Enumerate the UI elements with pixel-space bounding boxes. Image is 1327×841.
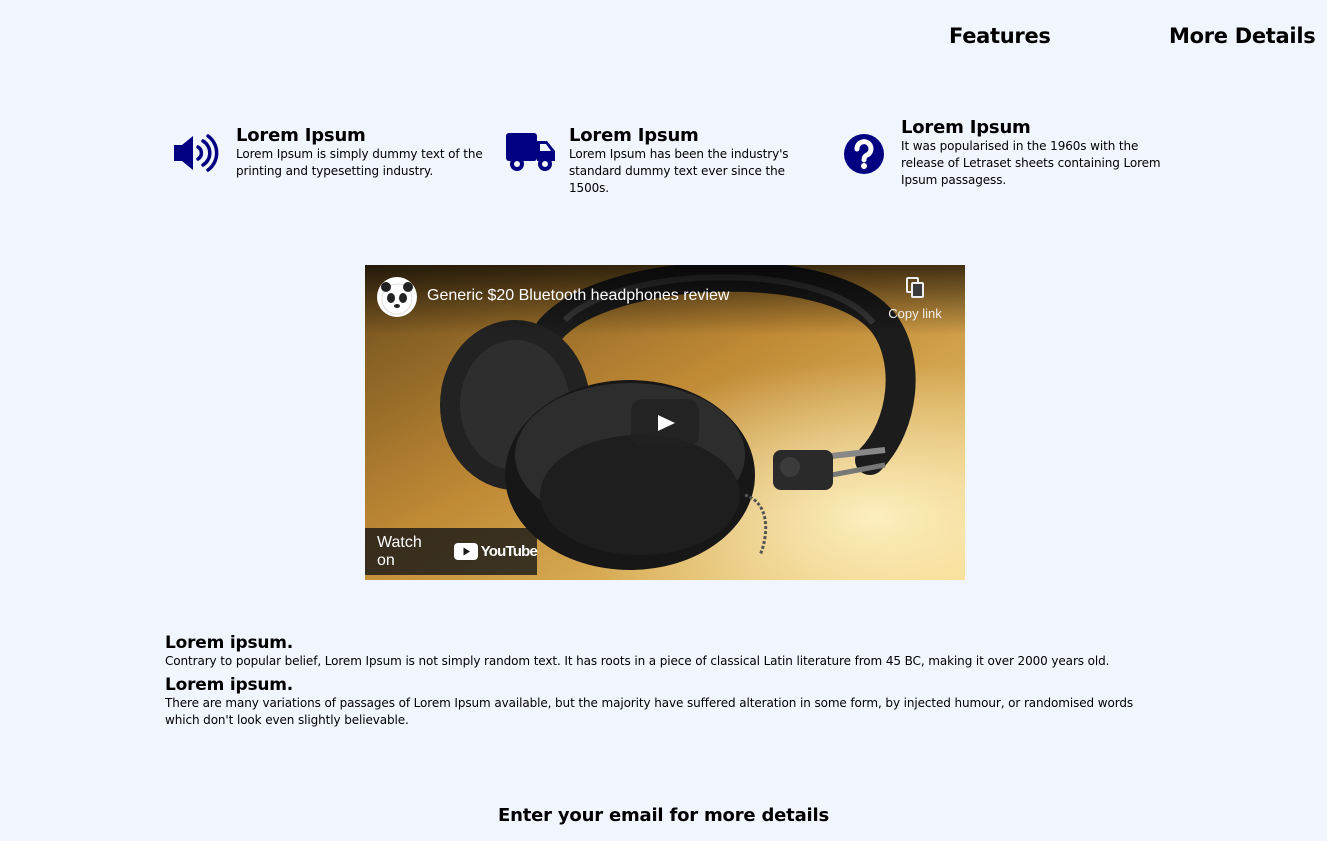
email-prompt-heading: Enter your email for more details (498, 805, 829, 826)
channel-avatar[interactable] (377, 277, 417, 317)
info-text: Contrary to popular belief, Lorem Ipsum … (165, 654, 1110, 668)
question-circle-icon (843, 133, 885, 179)
feature-text: Lorem Ipsum is simply dummy text of the … (236, 147, 483, 178)
play-icon (658, 415, 675, 431)
video-player[interactable]: Generic $20 Bluetooth headphones review … (365, 265, 965, 580)
feature-title: Lorem Ipsum (236, 125, 366, 146)
youtube-logo-icon: YouTube (453, 543, 538, 560)
feature-text: It was popularised in the 1960s with the… (901, 139, 1161, 187)
feature-item: Lorem Ipsum Lorem Ipsum is simply dummy … (172, 125, 492, 180)
play-button[interactable] (631, 399, 699, 447)
info-block: Lorem ipsum. There are many variations o… (165, 675, 1165, 729)
watch-on-youtube-button[interactable]: Watch on YouTube (365, 528, 538, 575)
nav-link-features[interactable]: Features (949, 24, 1051, 48)
info-block: Lorem ipsum. Contrary to popular belief,… (165, 633, 1165, 670)
watch-on-label: Watch on (377, 533, 422, 569)
copy-icon (881, 277, 949, 302)
feature-item: Lorem Ipsum Lorem Ipsum has been the ind… (505, 125, 825, 197)
video-title[interactable]: Generic $20 Bluetooth headphones review (427, 287, 729, 305)
info-title: Lorem ipsum. (165, 675, 294, 695)
copy-link-button[interactable]: Copy link (881, 277, 949, 321)
volume-icon (172, 133, 220, 177)
truck-icon (505, 131, 557, 177)
nav-link-more-details[interactable]: More Details (1169, 24, 1316, 48)
info-text: There are many variations of passages of… (165, 696, 1134, 727)
feature-text: Lorem Ipsum has been the industry's stan… (569, 147, 789, 195)
info-title: Lorem ipsum. (165, 633, 294, 653)
feature-title: Lorem Ipsum (901, 117, 1031, 138)
feature-title: Lorem Ipsum (569, 125, 699, 146)
copy-link-label: Copy link (888, 306, 942, 321)
feature-item: Lorem Ipsum It was popularised in the 19… (843, 117, 1163, 189)
